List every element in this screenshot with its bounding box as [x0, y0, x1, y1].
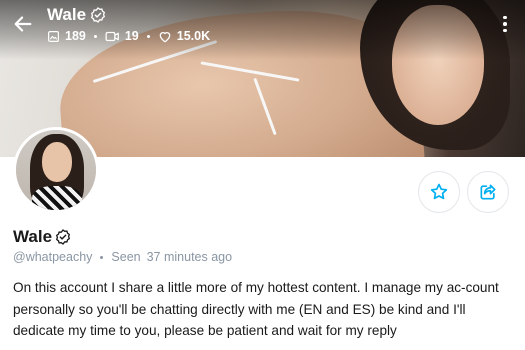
verified-badge-icon — [55, 229, 71, 245]
avatar[interactable] — [13, 127, 99, 213]
videos-stat[interactable]: 19 — [105, 29, 139, 43]
header-stats: 189 19 15.0K — [47, 29, 210, 43]
add-to-favorites-button[interactable] — [418, 171, 460, 213]
avatar-clothing — [32, 186, 82, 210]
more-vertical-icon-dot — [503, 22, 507, 26]
separator-dot — [146, 34, 150, 38]
profile-handle[interactable]: @whatpeachy — [13, 250, 92, 264]
share-button[interactable] — [467, 171, 509, 213]
photos-count: 189 — [65, 29, 86, 43]
avatar-face — [42, 142, 72, 182]
profile-bio: On this account I share a little more of… — [13, 280, 499, 338]
more-options-button[interactable] — [495, 11, 515, 37]
profile-name-row: Wale — [13, 227, 71, 247]
profile-meta: @whatpeachy Seen 37 minutes ago — [13, 250, 232, 264]
back-button[interactable] — [9, 10, 37, 38]
videos-count: 19 — [124, 29, 139, 43]
arrow-left-icon — [14, 16, 32, 32]
likes-stat: 15.0K — [158, 29, 210, 43]
profile-name: Wale — [13, 227, 53, 246]
image-icon — [48, 30, 59, 42]
video-icon — [105, 31, 119, 41]
header-info: Wale 189 19 15.0K — [47, 5, 210, 43]
top-bar: Wale 189 19 15.0K — [0, 0, 525, 50]
likes-count: 15.0K — [176, 29, 211, 43]
separator-dot — [100, 255, 104, 259]
header-title: Wale — [47, 5, 87, 24]
photos-stat[interactable]: 189 — [47, 29, 86, 43]
heart-icon — [159, 31, 171, 42]
last-seen-time: 37 minutes ago — [146, 250, 233, 264]
star-icon — [430, 183, 448, 200]
verified-badge-icon — [90, 7, 106, 23]
separator-dot — [93, 34, 97, 38]
more-vertical-icon-dot — [503, 28, 507, 33]
more-vertical-icon — [503, 15, 507, 20]
seen-label: Seen — [111, 250, 141, 264]
share-icon — [480, 184, 496, 200]
